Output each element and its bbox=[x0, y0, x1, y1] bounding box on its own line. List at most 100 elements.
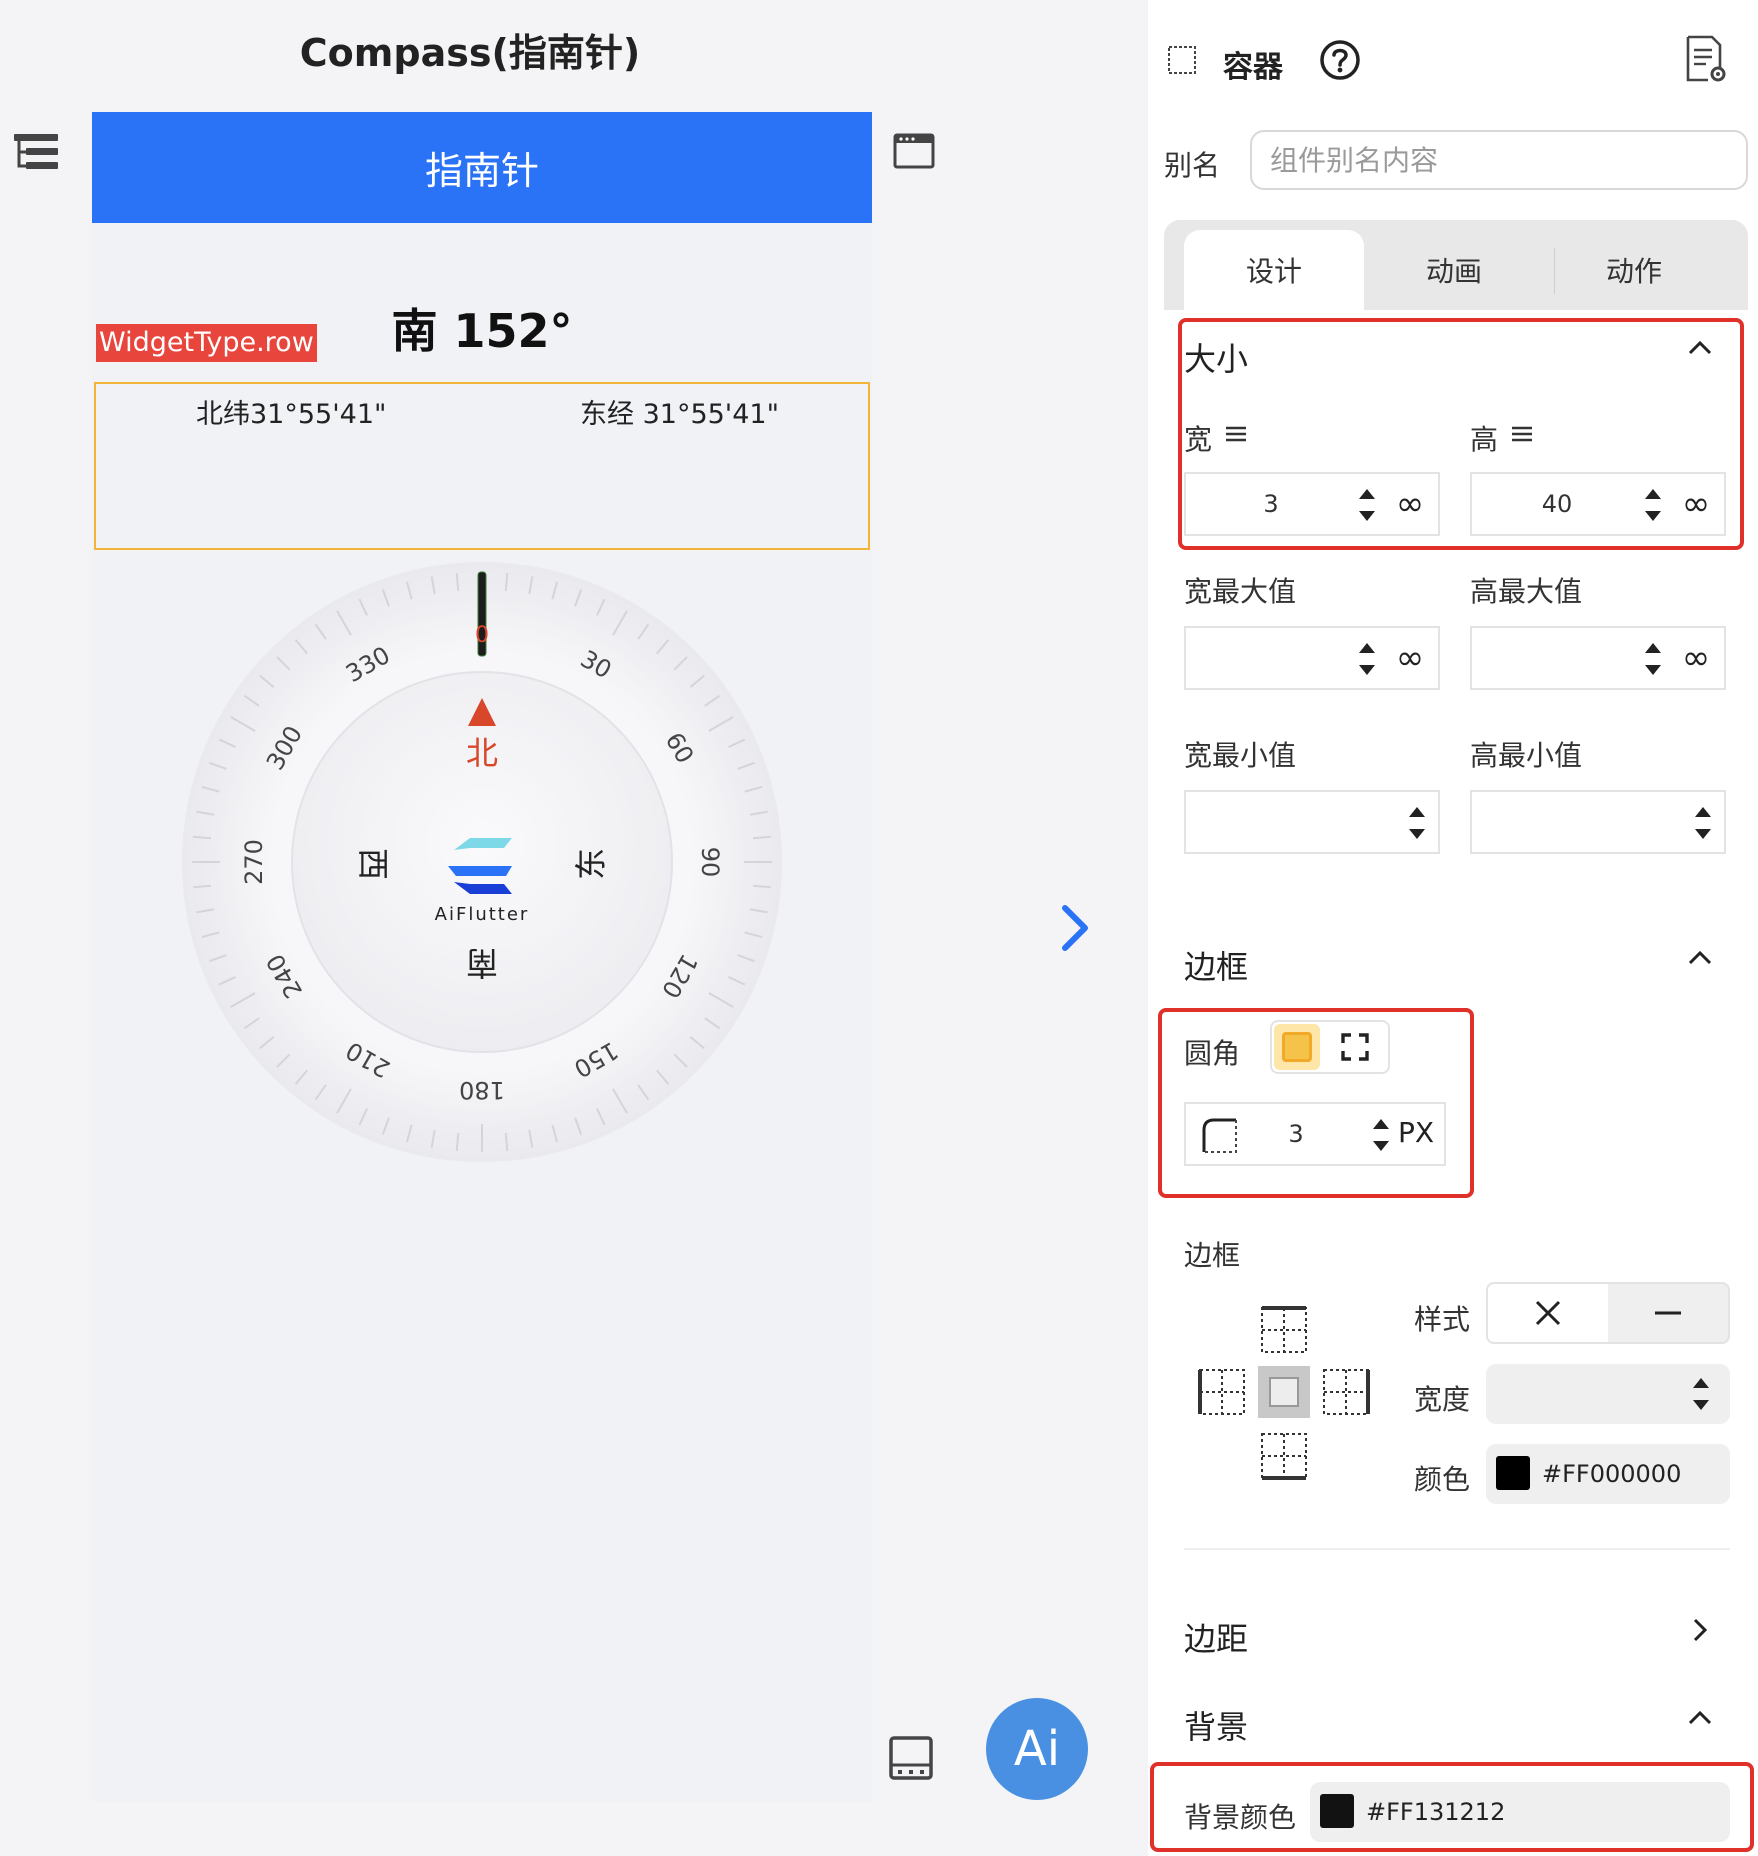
min-height-label: 高最小值 bbox=[1470, 739, 1583, 772]
height-infinity-button[interactable]: ∞ bbox=[1676, 486, 1716, 522]
background-color-value: #FF131212 bbox=[1366, 1798, 1506, 1826]
max-width-input[interactable]: ∞ bbox=[1184, 626, 1440, 690]
tab-design[interactable]: 设计 bbox=[1184, 230, 1364, 310]
radius-value: 3 bbox=[1288, 1120, 1304, 1148]
background-collapse-chevron-up-icon[interactable] bbox=[1686, 1704, 1714, 1732]
border-width-input[interactable] bbox=[1486, 1364, 1730, 1424]
ai-button-label: Ai bbox=[1013, 1721, 1061, 1777]
radius-unit[interactable]: PX bbox=[1398, 1116, 1434, 1149]
width-value: 3 bbox=[1263, 490, 1279, 518]
min-width-label: 宽最小值 bbox=[1184, 739, 1297, 772]
radius-uniform-option[interactable] bbox=[1274, 1024, 1320, 1070]
size-section-title: 大小 bbox=[1184, 340, 1249, 378]
background-color-label: 背景颜色 bbox=[1184, 1801, 1297, 1834]
width-infinity-button[interactable]: ∞ bbox=[1390, 486, 1430, 522]
height-label: 高 bbox=[1470, 423, 1499, 456]
width-mode-icon[interactable] bbox=[1224, 424, 1248, 444]
degree-label: 0 bbox=[475, 623, 489, 648]
border-width-stepper-icon[interactable] bbox=[1690, 1374, 1712, 1414]
size-collapse-chevron-up-icon[interactable] bbox=[1686, 334, 1714, 362]
ai-assistant-button[interactable]: Ai bbox=[986, 1698, 1088, 1800]
selected-row-widget[interactable]: 北纬31°55'41" 东经 31°55'41" bbox=[94, 382, 870, 550]
height-mode-icon[interactable] bbox=[1510, 424, 1534, 444]
border-label: 边框 bbox=[1184, 1239, 1241, 1272]
container-icon bbox=[1168, 46, 1196, 74]
tab-bar: 设计 动画 动作 bbox=[1164, 220, 1748, 310]
width-stepper-icon[interactable] bbox=[1356, 485, 1378, 525]
border-color-field[interactable]: #FF000000 bbox=[1486, 1444, 1730, 1504]
dial-inner-disc bbox=[291, 671, 673, 1053]
cardinal-west: 西 bbox=[354, 848, 392, 880]
max-height-stepper-icon[interactable] bbox=[1642, 639, 1664, 679]
max-width-stepper-icon[interactable] bbox=[1356, 639, 1378, 679]
border-top-icon bbox=[1261, 1306, 1307, 1353]
panel-title: 容器 bbox=[1223, 50, 1283, 85]
height-value: 40 bbox=[1541, 490, 1573, 518]
close-icon bbox=[1535, 1300, 1561, 1326]
logo-text: AiFlutter bbox=[435, 904, 530, 925]
radius-stepper-icon[interactable] bbox=[1370, 1115, 1392, 1155]
border-left-icon bbox=[1198, 1369, 1245, 1415]
document-settings-icon[interactable] bbox=[1684, 34, 1728, 84]
help-icon[interactable] bbox=[1318, 38, 1362, 82]
widget-tree-icon[interactable] bbox=[12, 130, 60, 174]
solid-line-icon bbox=[1655, 1311, 1681, 1315]
min-height-stepper-icon[interactable] bbox=[1692, 803, 1714, 843]
longitude-text: 东经 31°55'41" bbox=[580, 399, 779, 430]
degree-label: 180 bbox=[459, 1076, 505, 1104]
border-bottom-icon bbox=[1261, 1433, 1307, 1480]
min-width-stepper-icon[interactable] bbox=[1406, 803, 1428, 843]
section-divider bbox=[1184, 1548, 1730, 1550]
device-preview-icon[interactable] bbox=[888, 1735, 934, 1781]
phone-preview: 指南针 南 152° WidgetType.row 北纬31°55'41" 东经… bbox=[92, 112, 872, 1802]
radius-mode-toggle bbox=[1270, 1020, 1390, 1074]
height-stepper-icon[interactable] bbox=[1642, 485, 1664, 525]
alias-input[interactable] bbox=[1250, 130, 1748, 190]
cardinal-south: 南 bbox=[466, 944, 498, 982]
background-color-field[interactable]: #FF131212 bbox=[1310, 1782, 1730, 1842]
width-input[interactable]: 3 ∞ bbox=[1184, 472, 1440, 536]
border-color-swatch[interactable] bbox=[1496, 1456, 1530, 1490]
max-height-input[interactable]: ∞ bbox=[1470, 626, 1726, 690]
margin-section-title[interactable]: 边距 bbox=[1184, 1614, 1248, 1660]
max-height-label: 高最大值 bbox=[1470, 575, 1583, 608]
border-side-selector bbox=[1198, 1306, 1370, 1480]
border-right-icon bbox=[1323, 1369, 1370, 1415]
widget-type-tag: WidgetType.row bbox=[96, 324, 317, 362]
border-style-label: 样式 bbox=[1414, 1303, 1471, 1336]
degree-label: 270 bbox=[240, 839, 268, 885]
cardinal-north: 北 bbox=[466, 734, 498, 772]
tab-animation[interactable]: 动画 bbox=[1364, 230, 1544, 310]
radius-label: 圆角 bbox=[1184, 1037, 1241, 1070]
border-style-solid[interactable] bbox=[1608, 1284, 1728, 1342]
compass-dial: 0330 30300 60270 90240 120210 150180 北 西 东 南 … bbox=[182, 562, 782, 1162]
border-style-none[interactable] bbox=[1488, 1284, 1608, 1342]
height-input[interactable]: 40 ∞ bbox=[1470, 472, 1726, 536]
min-height-input[interactable] bbox=[1470, 790, 1726, 854]
cardinal-east: 东 bbox=[572, 848, 610, 880]
corner-radius-icon bbox=[1202, 1118, 1237, 1153]
chevron-right-icon[interactable] bbox=[1055, 900, 1095, 956]
degree-label: 90 bbox=[696, 847, 724, 878]
min-width-input[interactable] bbox=[1184, 790, 1440, 854]
radius-input[interactable]: 3 PX bbox=[1184, 1102, 1446, 1166]
window-icon[interactable] bbox=[893, 132, 935, 170]
background-section-title: 背景 bbox=[1184, 1708, 1249, 1746]
max-width-label: 宽最大值 bbox=[1184, 575, 1297, 608]
app-bar: 指南针 bbox=[92, 112, 872, 223]
margin-expand-chevron-right-icon[interactable] bbox=[1686, 1616, 1714, 1644]
border-all-icon bbox=[1258, 1366, 1310, 1418]
background-color-swatch[interactable] bbox=[1320, 1794, 1354, 1828]
max-height-infinity-button[interactable]: ∞ bbox=[1676, 640, 1716, 676]
border-color-value: #FF000000 bbox=[1542, 1460, 1682, 1488]
tab-action[interactable]: 动作 bbox=[1544, 230, 1724, 310]
border-style-selector bbox=[1486, 1282, 1730, 1344]
max-width-infinity-button[interactable]: ∞ bbox=[1390, 640, 1430, 676]
app-bar-title: 指南针 bbox=[424, 149, 539, 193]
width-label: 宽 bbox=[1184, 423, 1213, 456]
properties-panel: 容器 别名 设计 动画 动作 大小 宽 高 3 ∞ 40 ∞ bbox=[1148, 0, 1758, 1856]
border-section-title: 边框 bbox=[1184, 948, 1249, 986]
radius-individual-corners-icon[interactable] bbox=[1340, 1032, 1370, 1062]
border-collapse-chevron-up-icon[interactable] bbox=[1686, 944, 1714, 972]
latitude-text: 北纬31°55'41" bbox=[196, 399, 387, 430]
